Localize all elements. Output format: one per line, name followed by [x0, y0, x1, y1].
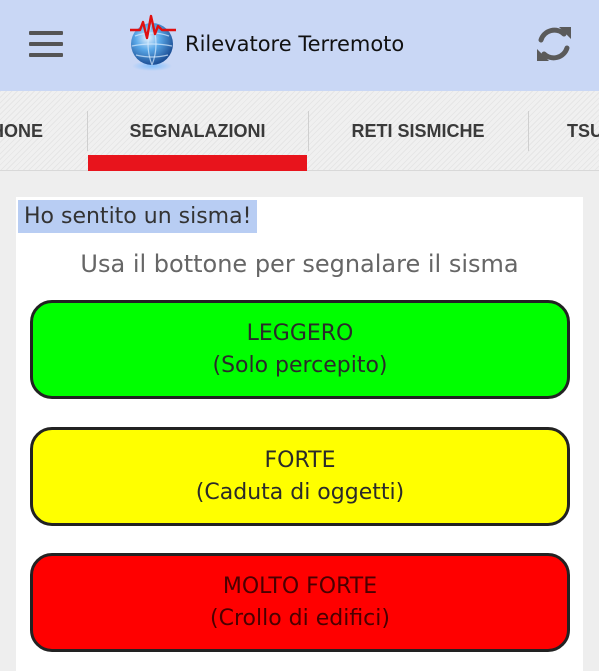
report-strong-button[interactable]: FORTE (Caduta di oggetti): [30, 427, 570, 526]
heard-earthquake-label: Ho sentito un sisma!: [18, 200, 258, 233]
tab-reti-sismiche[interactable]: RETI SISMICHE: [309, 91, 527, 171]
app-title: Rilevatore Terremoto: [185, 32, 405, 56]
tab-tsunami[interactable]: TSU: [529, 91, 599, 171]
button-title: LEGGERO: [246, 320, 354, 346]
app-bar: Rilevatore Terremoto: [0, 0, 599, 91]
tab-phone[interactable]: HONE: [0, 91, 86, 171]
button-title: MOLTO FORTE: [222, 573, 378, 599]
report-very-strong-button[interactable]: MOLTO FORTE (Crollo di edifici): [30, 553, 570, 652]
button-subtitle: (Caduta di oggetti): [195, 479, 405, 505]
report-light-button[interactable]: LEGGERO (Solo percepito): [30, 300, 570, 399]
selected-tab-indicator: [88, 155, 307, 171]
button-subtitle: (Solo percepito): [212, 352, 388, 378]
button-subtitle: (Crollo di edifici): [210, 605, 390, 631]
refresh-icon[interactable]: [533, 22, 575, 66]
app-logo-icon: [130, 14, 176, 71]
button-title: FORTE: [264, 447, 336, 473]
hamburger-menu-icon[interactable]: [29, 31, 63, 57]
report-instruction: Usa il bottone per segnalare il sisma: [80, 250, 519, 278]
